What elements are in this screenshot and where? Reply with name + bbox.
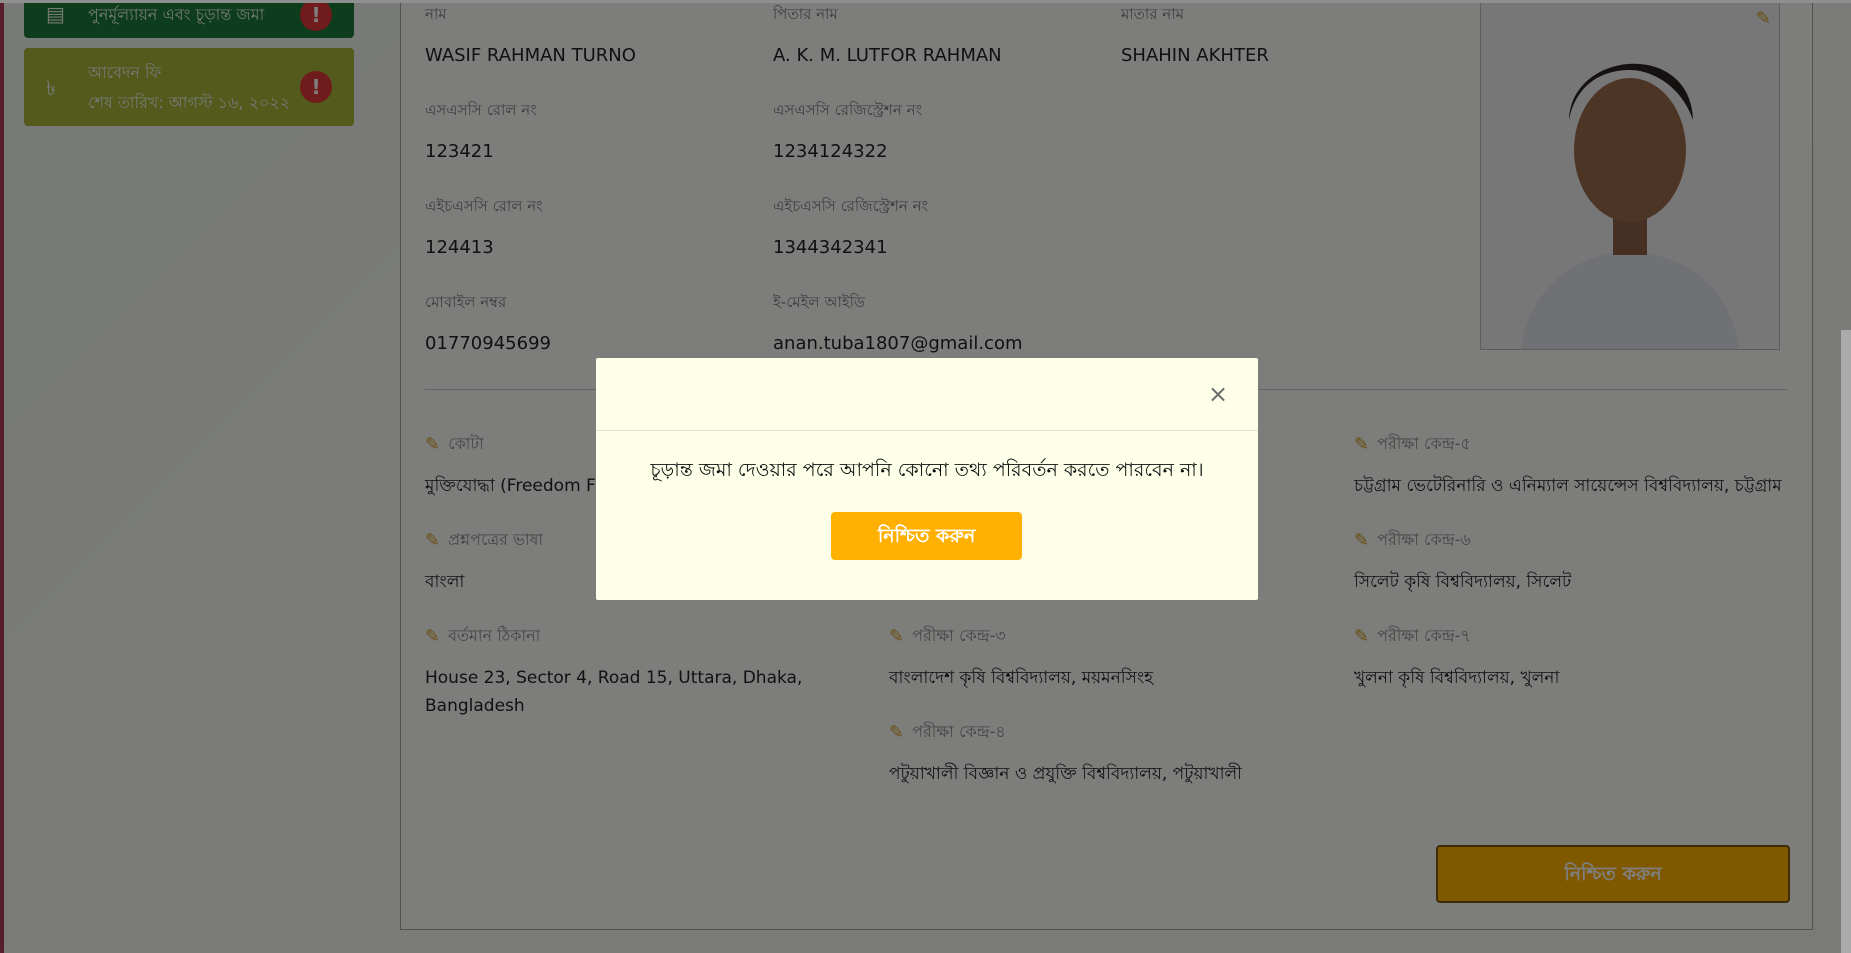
modal-message: চূড়ান্ত জমা দেওয়ার পরে আপনি কোনো তথ্য … — [650, 459, 1204, 481]
close-icon[interactable]: × — [1204, 380, 1232, 408]
page-scrollbar[interactable] — [1841, 330, 1851, 953]
window-top-border — [0, 0, 1851, 3]
modal-header: × — [596, 358, 1258, 431]
confirm-modal: × চূড়ান্ত জমা দেওয়ার পরে আপনি কোনো তথ্… — [596, 358, 1258, 600]
modal-confirm-button[interactable]: নিশ্চিত করুন — [831, 512, 1022, 560]
